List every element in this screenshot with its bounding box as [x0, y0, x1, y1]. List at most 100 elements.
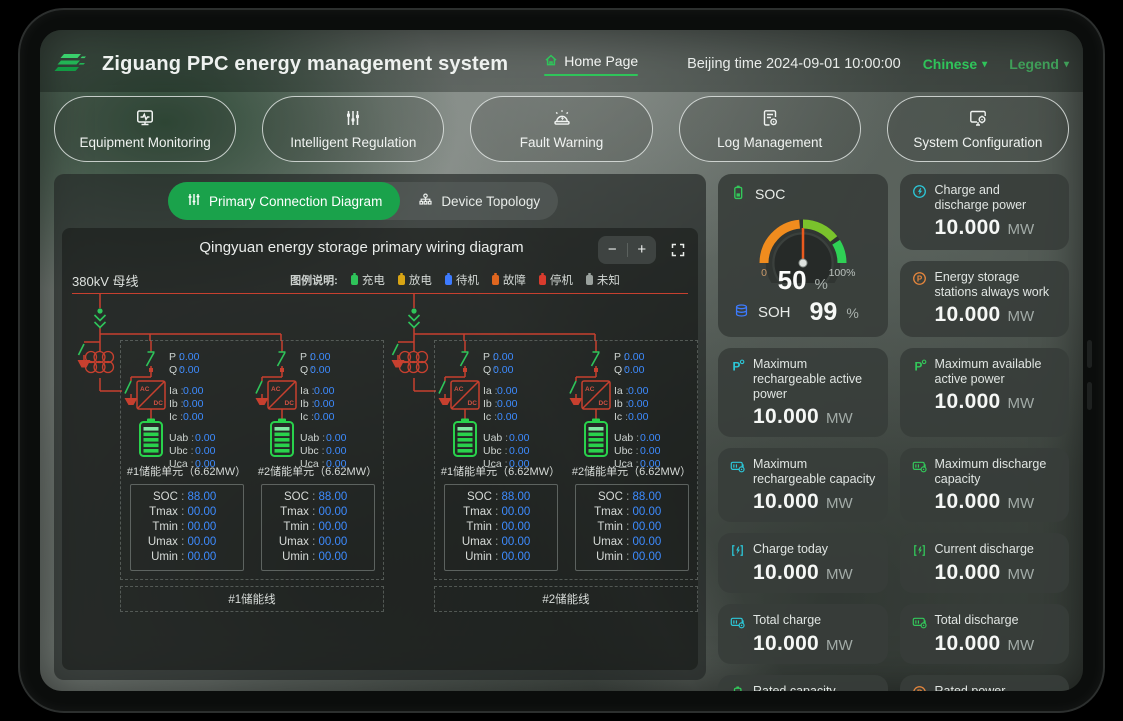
stat-card-rated-power: P Rated power 10.000MW: [900, 675, 1070, 691]
circle-bolt-icon: [912, 184, 927, 199]
tablet-frame: Ziguang PPC energy management system Hom…: [18, 8, 1105, 713]
circle-p-icon: P: [912, 271, 927, 286]
battery-icon: [730, 685, 745, 691]
bus-voltage-label: 380kV 母线: [72, 271, 222, 290]
battery-status-icon: [539, 275, 546, 285]
storage-line-label: #1储能线: [120, 586, 384, 612]
main-nav: Equipment Monitoring Intelligent Regulat…: [54, 96, 1069, 162]
wiring-diagram-zone: Qingyuan energy storage primary wiring d…: [62, 228, 698, 670]
soh-label: SOH: [758, 304, 791, 321]
nav-fault-warning[interactable]: Fault Warning: [470, 96, 652, 162]
svg-text:P: P: [916, 274, 922, 283]
battery-icon: [730, 184, 746, 203]
battery-gear-icon: [730, 614, 745, 629]
legend-item: 待机: [445, 272, 479, 288]
stat-card-charge-discharge-power: Charge and discharge power 10.000MW: [900, 174, 1070, 250]
zoom-out-button[interactable]: −: [598, 236, 627, 264]
soc-title: SOC: [755, 186, 785, 202]
svg-text:P: P: [916, 688, 922, 691]
stat-card-total-discharge: Total discharge 10.000MW: [900, 604, 1070, 664]
legend-item: 未知: [586, 272, 620, 288]
tab-label: Primary Connection Diagram: [209, 194, 382, 209]
battery-gear-icon: [730, 458, 745, 473]
soc-gauge: 0 100% 50 %: [730, 205, 876, 296]
unit-stats-box: SOC88.00 Tmax00.00 Tmin00.00 Umax00.00 U…: [575, 484, 689, 571]
home-page-tab[interactable]: Home Page: [544, 53, 638, 76]
svg-text:0: 0: [761, 267, 767, 279]
language-dropdown[interactable]: Chinese ▾: [923, 56, 988, 72]
nav-intelligent-regulation[interactable]: Intelligent Regulation: [262, 96, 444, 162]
storage-unit: AC DC: [121, 341, 252, 579]
p-flag-icon: P: [912, 358, 927, 373]
legend-item: 充电: [351, 272, 385, 288]
tab-device-topology[interactable]: Device Topology: [400, 182, 558, 220]
svg-text:P: P: [732, 360, 740, 373]
stat-card-rated-capacity: Rated capacity 10.000MW: [718, 675, 888, 691]
chevron-down-icon: ▾: [982, 59, 987, 70]
battery-icon: [454, 419, 476, 457]
nav-label: Intelligent Regulation: [290, 135, 416, 150]
stat-card-charge-today: Charge today 10.000MW: [718, 533, 888, 593]
status-legend: 图例说明: 充电 放电 待机 故障 停机 未知: [222, 272, 688, 288]
unit-measurements: P0.00 Q0.00 Ia0.00 Ib0.00 Ic0.00: [614, 351, 660, 479]
storage-line-label: #2储能线: [434, 586, 698, 612]
storage-line-group-1: AC DC: [74, 294, 374, 616]
monitor-pulse-icon: [135, 108, 155, 131]
p-flag-icon: P: [730, 358, 745, 373]
unit-stats-box: SOC88.00 Tmax00.00 Tmin00.00 Umax00.00 U…: [444, 484, 558, 571]
svg-text:100%: 100%: [828, 267, 855, 279]
tab-primary-connection-diagram[interactable]: Primary Connection Diagram: [168, 182, 400, 220]
svg-text:AC: AC: [271, 386, 281, 393]
storage-unit: AC DC: [566, 341, 697, 579]
legend-item: 故障: [492, 272, 526, 288]
svg-text:DC: DC: [285, 400, 295, 407]
nav-equipment-monitoring[interactable]: Equipment Monitoring: [54, 96, 236, 162]
battery-gear-icon: [912, 614, 927, 629]
battery-status-icon: [492, 275, 499, 285]
svg-text:DC: DC: [154, 400, 164, 407]
battery-status-icon: [398, 275, 405, 285]
battery-status-icon: [586, 275, 593, 285]
svg-text:AC: AC: [140, 386, 150, 393]
clock: Beijing time 2024-09-01 10:00:00: [687, 56, 901, 72]
nav-label: Fault Warning: [520, 135, 604, 150]
topology-icon: [418, 193, 433, 210]
diagram-title: Qingyuan energy storage primary wiring d…: [199, 239, 523, 256]
soc-value: 50: [778, 265, 807, 296]
chevron-down-icon: ▾: [1064, 59, 1069, 70]
battery-icon: [140, 419, 162, 457]
legend-item: 停机: [539, 272, 573, 288]
storage-unit: AC DC: [435, 341, 566, 579]
active-tab-underline: [544, 74, 638, 76]
stat-card-max-rechargeable-active-power: P Maximum rechargeable active power 10.0…: [718, 348, 888, 437]
stat-card-current-discharge: Current discharge 10.000MW: [900, 533, 1070, 593]
fullscreen-button[interactable]: [670, 242, 686, 258]
soh-value: 99: [810, 298, 838, 327]
unit-stats-box: SOC88.00 Tmax00.00 Tmin00.00 Umax00.00 U…: [261, 484, 375, 571]
nav-log-management[interactable]: Log Management: [679, 96, 861, 162]
tablet-side-button: [1087, 382, 1092, 410]
nav-label: System Configuration: [913, 135, 1042, 150]
legend-item: 放电: [398, 272, 432, 288]
nav-system-configuration[interactable]: System Configuration: [887, 96, 1069, 162]
stat-card-max-available-active-power: P Maximum available active power 10.000M…: [900, 348, 1070, 437]
soc-card: SOC 0: [718, 174, 888, 337]
battery-icon: [585, 419, 607, 457]
alarm-icon: [552, 108, 572, 131]
sliders-icon: [343, 108, 363, 131]
storage-group-box: AC DC: [120, 340, 384, 580]
cylinder-icon: [734, 303, 749, 323]
storage-line-group-2: AC DC: [388, 294, 688, 616]
legend-dropdown[interactable]: Legend ▾: [1009, 56, 1069, 72]
nav-label: Equipment Monitoring: [79, 135, 210, 150]
diagram-tabs: Primary Connection Diagram: [168, 182, 698, 220]
zoom-in-button[interactable]: +: [628, 236, 657, 264]
battery-status-icon: [445, 275, 452, 285]
screen: Ziguang PPC energy management system Hom…: [40, 30, 1083, 691]
home-icon: [544, 53, 558, 70]
unit-measurements: P0.00 Q0.00 Ia0.00 Ib0.00 Ic0.00: [300, 351, 346, 479]
svg-text:DC: DC: [599, 400, 609, 407]
svg-text:AC: AC: [454, 386, 464, 393]
battery-icon: [271, 419, 293, 457]
svg-text:P: P: [914, 360, 922, 373]
